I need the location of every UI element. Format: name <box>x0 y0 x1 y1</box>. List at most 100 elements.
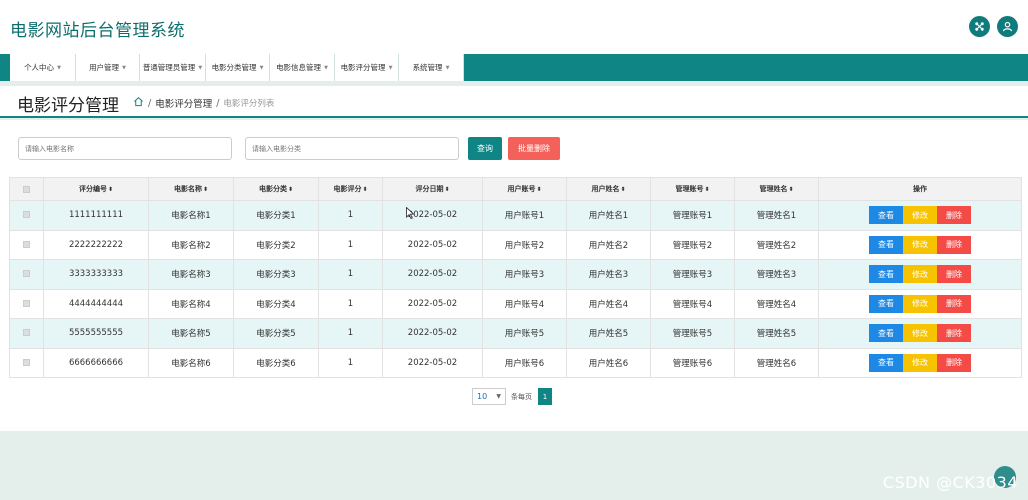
sort-icon[interactable]: ⬍ <box>444 186 449 193</box>
page-size-label: 条每页 <box>511 392 532 401</box>
rating-date-cell: 2022-05-02 <box>382 200 483 231</box>
nav-item-rating-management[interactable]: 电影评分管理 ▼ <box>335 54 399 81</box>
movie-name-cell: 电影名称6 <box>148 347 234 378</box>
view-button[interactable]: 查看 <box>869 324 903 343</box>
row-checkbox[interactable] <box>23 358 30 366</box>
nav-item-label: 电影分类管理 <box>211 63 257 72</box>
view-button[interactable]: 查看 <box>869 265 903 284</box>
col-header-rating-date[interactable]: 评分日期⬍ <box>382 177 483 201</box>
delete-button[interactable]: 删除 <box>937 235 971 254</box>
movie-category-search-input[interactable] <box>245 137 459 160</box>
col-header-label: 电影分类 <box>258 185 287 193</box>
delete-button[interactable]: 删除 <box>937 324 971 343</box>
col-header-label: 电影评分 <box>333 185 362 193</box>
sort-icon[interactable]: ⬍ <box>108 186 113 193</box>
movie-name-cell: 电影名称4 <box>148 288 234 319</box>
rating-id-cell: 5555555555 <box>43 318 149 349</box>
nav-item-label: 用户管理 <box>89 63 120 72</box>
col-header-label: 用户账号 <box>507 185 536 193</box>
col-header-user-name[interactable]: 用户姓名⬍ <box>566 177 651 201</box>
edit-button[interactable]: 修改 <box>903 324 937 343</box>
rating-table: 评分编号⬍ 电影名称⬍ 电影分类⬍ 电影评分⬍ 评分日期⬍ 用户账号⬍ 用户姓名… <box>9 177 1022 378</box>
sort-icon[interactable]: ⬍ <box>620 186 625 193</box>
row-checkbox-cell[interactable] <box>9 318 44 349</box>
view-button[interactable]: 查看 <box>869 206 903 225</box>
user-name-cell: 用户姓名1 <box>566 200 651 231</box>
col-header-label: 管理账号 <box>675 185 704 193</box>
delete-button[interactable]: 删除 <box>937 265 971 284</box>
sort-icon[interactable]: ⬍ <box>788 186 793 193</box>
movie-category-cell: 电影分类4 <box>233 288 319 319</box>
breadcrumb-level2: 电影评分列表 <box>223 99 275 109</box>
row-checkbox[interactable] <box>23 240 30 248</box>
page-size-select[interactable]: 10 ▼ <box>472 388 506 405</box>
edit-button[interactable]: 修改 <box>903 353 937 372</box>
nav-item-movie-info-management[interactable]: 电影信息管理 ▼ <box>270 54 335 81</box>
movie-rating-cell: 1 <box>318 200 383 231</box>
col-header-rating-id[interactable]: 评分编号⬍ <box>43 177 149 201</box>
select-all-checkbox-cell[interactable] <box>9 177 44 201</box>
sort-icon[interactable]: ⬍ <box>536 186 541 193</box>
row-actions-cell: 查看 修改 删除 <box>818 347 1022 378</box>
nav-item-category-management[interactable]: 电影分类管理 ▼ <box>206 54 270 81</box>
nav-item-personal-center[interactable]: 个人中心 ▼ <box>10 54 76 81</box>
app-title: 电影网站后台管理系统 <box>10 21 185 41</box>
user-name-cell: 用户姓名6 <box>566 347 651 378</box>
row-checkbox-cell[interactable] <box>9 200 44 231</box>
user-name-cell: 用户姓名4 <box>566 288 651 319</box>
nav-item-user-management[interactable]: 用户管理 ▼ <box>76 54 140 81</box>
row-checkbox-cell[interactable] <box>9 229 44 260</box>
col-header-movie-name[interactable]: 电影名称⬍ <box>148 177 234 201</box>
row-checkbox[interactable] <box>23 299 30 307</box>
sort-icon[interactable]: ⬍ <box>704 186 709 193</box>
col-header-movie-category[interactable]: 电影分类⬍ <box>233 177 319 201</box>
edit-button[interactable]: 修改 <box>903 265 937 284</box>
view-button[interactable]: 查看 <box>869 294 903 313</box>
user-icon[interactable] <box>997 16 1018 37</box>
delete-button[interactable]: 删除 <box>937 353 971 372</box>
sort-icon[interactable]: ⬍ <box>203 186 208 193</box>
share-icon[interactable] <box>969 16 990 37</box>
edit-button[interactable]: 修改 <box>903 294 937 313</box>
row-actions-cell: 查看 修改 删除 <box>818 288 1022 319</box>
batch-delete-button[interactable]: 批量删除 <box>508 137 560 160</box>
select-all-checkbox[interactable] <box>23 185 30 193</box>
delete-button[interactable]: 删除 <box>937 294 971 313</box>
movie-rating-cell: 1 <box>318 347 383 378</box>
admin-account-cell: 管理账号3 <box>650 259 735 290</box>
user-name-cell: 用户姓名3 <box>566 259 651 290</box>
view-button[interactable]: 查看 <box>869 353 903 372</box>
admin-account-cell: 管理账号2 <box>650 229 735 260</box>
content-panel: 查询 批量删除 评分编号⬍ 电影名称⬍ 电影分类⬍ 电影评分⬍ 评分日期⬍ 用户… <box>0 120 1028 431</box>
col-header-admin-name[interactable]: 管理姓名⬍ <box>734 177 819 201</box>
query-button[interactable]: 查询 <box>468 137 502 160</box>
col-header-movie-rating[interactable]: 电影评分⬍ <box>318 177 383 201</box>
movie-category-cell: 电影分类2 <box>233 229 319 260</box>
edit-button[interactable]: 修改 <box>903 206 937 225</box>
rating-date-cell: 2022-05-02 <box>382 229 483 260</box>
row-actions-cell: 查看 修改 删除 <box>818 200 1022 231</box>
nav-item-system-management[interactable]: 系统管理 ▼ <box>399 54 464 81</box>
view-button[interactable]: 查看 <box>869 235 903 254</box>
col-header-user-account[interactable]: 用户账号⬍ <box>482 177 567 201</box>
row-checkbox-cell[interactable] <box>9 288 44 319</box>
delete-button[interactable]: 删除 <box>937 206 971 225</box>
row-checkbox-cell[interactable] <box>9 347 44 378</box>
row-checkbox[interactable] <box>23 211 30 219</box>
breadcrumb-level1[interactable]: 电影评分管理 <box>155 96 212 110</box>
sort-icon[interactable]: ⬍ <box>362 186 367 193</box>
movie-category-cell: 电影分类5 <box>233 318 319 349</box>
col-header-admin-account[interactable]: 管理账号⬍ <box>650 177 735 201</box>
nav-item-admin-management[interactable]: 普通管理员管理 ▼ <box>140 54 206 81</box>
row-checkbox-cell[interactable] <box>9 259 44 290</box>
table-row: 2222222222 电影名称2 电影分类2 1 2022-05-02 用户账号2 用户姓名… <box>9 229 1022 260</box>
row-checkbox[interactable] <box>23 329 30 337</box>
row-actions-cell: 查看 修改 删除 <box>818 259 1022 290</box>
movie-name-search-input[interactable] <box>18 137 232 160</box>
edit-button[interactable]: 修改 <box>903 235 937 254</box>
row-checkbox[interactable] <box>23 270 30 278</box>
page-number-current[interactable]: 1 <box>538 388 552 405</box>
nav-item-label: 个人中心 <box>24 63 55 72</box>
sort-icon[interactable]: ⬍ <box>288 186 293 193</box>
home-icon[interactable] <box>133 96 144 110</box>
